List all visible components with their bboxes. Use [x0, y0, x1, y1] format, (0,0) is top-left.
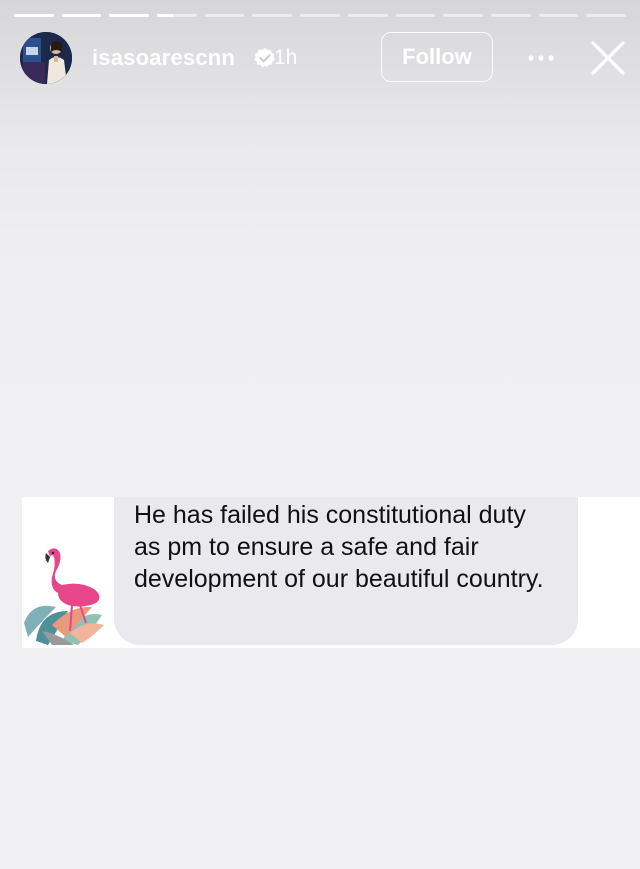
progress-segment — [14, 14, 54, 17]
flamingo-sticker-icon — [24, 548, 104, 645]
progress-segment — [300, 14, 340, 17]
message-bubble: He has failed his constitutional duty as… — [114, 497, 578, 645]
progress-segment — [109, 14, 150, 17]
more-options-icon[interactable] — [526, 46, 556, 70]
message-text: He has failed his constitutional duty as… — [134, 501, 544, 593]
progress-segment — [395, 14, 436, 17]
shared-message-screenshot: He has failed his constitutional duty as… — [22, 497, 640, 648]
progress-segment — [252, 14, 293, 17]
progress-segment-fill — [14, 14, 54, 17]
story-progress-bar — [14, 14, 626, 17]
progress-segment — [347, 14, 388, 17]
progress-segment — [204, 14, 245, 17]
progress-segment-fill — [157, 14, 173, 17]
story-header: isasoarescnn 1h Follow — [18, 30, 626, 86]
progress-segment — [586, 14, 626, 17]
progress-segment — [443, 14, 483, 17]
close-icon[interactable] — [588, 38, 628, 78]
progress-segment — [490, 14, 531, 17]
progress-segment — [538, 14, 579, 17]
avatar[interactable] — [20, 32, 72, 84]
verified-badge-icon — [254, 48, 275, 68]
progress-segment — [61, 14, 102, 17]
follow-button[interactable]: Follow — [381, 32, 493, 82]
avatar-image — [20, 32, 72, 84]
username[interactable]: isasoarescnn — [92, 45, 235, 71]
progress-segment-fill — [109, 14, 150, 17]
timestamp: 1h — [274, 46, 298, 69]
progress-segment-fill — [61, 14, 102, 17]
progress-segment — [157, 14, 197, 17]
